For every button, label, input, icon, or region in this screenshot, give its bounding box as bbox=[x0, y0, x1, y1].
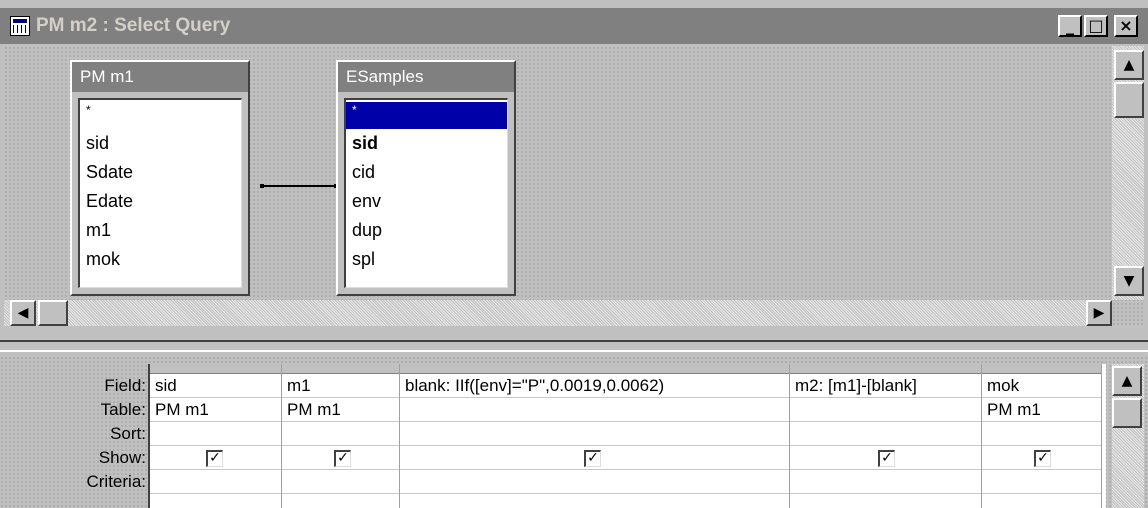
row-label-field: Field: bbox=[104, 376, 146, 395]
query-window: PM m2 : Select Query _ □ × PM m1 * sid S… bbox=[0, 0, 1148, 508]
title-bar[interactable]: PM m2 : Select Query _ □ × bbox=[0, 8, 1148, 44]
design-horizontal-scrollbar[interactable] bbox=[4, 300, 1112, 326]
table-title[interactable]: ESamples bbox=[338, 62, 514, 92]
window-title: PM m2 : Select Query bbox=[36, 15, 231, 36]
query-icon[interactable] bbox=[10, 16, 30, 36]
field-item-edate[interactable]: Edate bbox=[80, 187, 241, 216]
column-selector[interactable] bbox=[982, 364, 1101, 374]
sort-cell[interactable] bbox=[400, 422, 789, 446]
column-selector[interactable] bbox=[150, 364, 281, 374]
grid-scroll-thumb[interactable] bbox=[1112, 398, 1142, 428]
field-list[interactable]: * sid Sdate Edate m1 mok bbox=[78, 98, 242, 288]
field-cell[interactable]: mok bbox=[982, 374, 1101, 398]
table-cell[interactable]: PM m1 bbox=[282, 398, 399, 422]
grid-columns: sid PM m1 ✓ m1 PM m1 ✓ blank: IIf([env]=… bbox=[148, 364, 1106, 508]
table-cell[interactable]: PM m1 bbox=[150, 398, 281, 422]
grid-column[interactable]: m1 PM m1 ✓ bbox=[282, 364, 400, 508]
show-checkbox[interactable]: ✓ bbox=[878, 450, 895, 467]
close-button[interactable]: × bbox=[1114, 15, 1138, 37]
field-item-star[interactable]: * bbox=[80, 102, 241, 129]
criteria-cell[interactable] bbox=[400, 470, 789, 494]
row-label-sort: Sort: bbox=[110, 424, 146, 443]
show-cell: ✓ bbox=[982, 446, 1101, 470]
show-checkbox[interactable]: ✓ bbox=[1034, 450, 1051, 467]
field-item-cid[interactable]: cid bbox=[346, 158, 507, 187]
table-esamples[interactable]: ESamples * sid cid env dup spl bbox=[336, 60, 516, 296]
sort-cell[interactable] bbox=[982, 422, 1101, 446]
criteria-cell[interactable] bbox=[150, 470, 281, 494]
table-cell[interactable]: PM m1 bbox=[982, 398, 1101, 422]
scroll-left-button[interactable]: ◀ bbox=[10, 300, 36, 326]
sort-cell[interactable] bbox=[790, 422, 981, 446]
show-cell: ✓ bbox=[282, 446, 399, 470]
table-cell[interactable] bbox=[400, 398, 789, 422]
join-end-left bbox=[260, 184, 264, 188]
sort-cell[interactable] bbox=[282, 422, 399, 446]
field-item-sdate[interactable]: Sdate bbox=[80, 158, 241, 187]
field-item-dup[interactable]: dup bbox=[346, 216, 507, 245]
scroll-up-button[interactable]: ▲ bbox=[1114, 50, 1144, 80]
show-checkbox[interactable]: ✓ bbox=[334, 450, 351, 467]
field-list[interactable]: * sid cid env dup spl bbox=[344, 98, 508, 288]
join-line[interactable] bbox=[262, 185, 338, 187]
show-checkbox[interactable]: ✓ bbox=[584, 450, 601, 467]
show-cell: ✓ bbox=[400, 446, 789, 470]
table-title[interactable]: PM m1 bbox=[72, 62, 248, 92]
field-cell[interactable]: m1 bbox=[282, 374, 399, 398]
table-pm-m1[interactable]: PM m1 * sid Sdate Edate m1 mok bbox=[70, 60, 250, 296]
field-item-sid[interactable]: sid bbox=[80, 129, 241, 158]
field-cell[interactable]: blank: IIf([env]="P",0.0019,0.0062) bbox=[400, 374, 789, 398]
criteria-cell[interactable] bbox=[790, 470, 981, 494]
row-labels: Field: Table: Sort: Show: Criteria: bbox=[0, 374, 150, 494]
column-selector[interactable] bbox=[282, 364, 399, 374]
show-cell: ✓ bbox=[790, 446, 981, 470]
scroll-down-button[interactable]: ▼ bbox=[1114, 266, 1144, 296]
minimize-button[interactable]: _ bbox=[1058, 15, 1082, 37]
show-cell: ✓ bbox=[150, 446, 281, 470]
field-item-star[interactable]: * bbox=[346, 102, 507, 129]
field-cell[interactable]: sid bbox=[150, 374, 281, 398]
field-item-spl[interactable]: spl bbox=[346, 245, 507, 274]
scroll-thumb[interactable] bbox=[1114, 82, 1144, 118]
row-label-show: Show: bbox=[98, 448, 146, 467]
row-label-criteria: Criteria: bbox=[86, 472, 146, 491]
field-item-mok[interactable]: mok bbox=[80, 245, 241, 274]
grid-column[interactable]: sid PM m1 ✓ bbox=[150, 364, 282, 508]
maximize-button[interactable]: □ bbox=[1084, 15, 1108, 37]
field-item-env[interactable]: env bbox=[346, 187, 507, 216]
criteria-cell[interactable] bbox=[982, 470, 1101, 494]
field-item-sid[interactable]: sid bbox=[346, 129, 507, 158]
show-checkbox[interactable]: ✓ bbox=[206, 450, 223, 467]
pane-splitter[interactable] bbox=[0, 340, 1148, 352]
row-label-table: Table: bbox=[100, 400, 146, 419]
field-cell[interactable]: m2: [m1]-[blank] bbox=[790, 374, 981, 398]
table-design-area[interactable]: PM m1 * sid Sdate Edate m1 mok ESamples … bbox=[4, 46, 1144, 326]
grid-column[interactable]: m2: [m1]-[blank] ✓ bbox=[790, 364, 982, 508]
scroll-right-button[interactable]: ▶ bbox=[1086, 300, 1112, 326]
hscroll-thumb[interactable] bbox=[38, 300, 68, 326]
grid-column[interactable]: mok PM m1 ✓ bbox=[982, 364, 1102, 508]
grid-column[interactable]: blank: IIf([env]="P",0.0019,0.0062) ✓ bbox=[400, 364, 790, 508]
sort-cell[interactable] bbox=[150, 422, 281, 446]
column-selector[interactable] bbox=[790, 364, 981, 374]
table-cell[interactable] bbox=[790, 398, 981, 422]
column-selector[interactable] bbox=[400, 364, 789, 374]
query-design-grid: Field: Table: Sort: Show: Criteria: sid … bbox=[0, 356, 1148, 508]
criteria-cell[interactable] bbox=[282, 470, 399, 494]
grid-scroll-up-button[interactable]: ▲ bbox=[1112, 366, 1142, 396]
field-item-m1[interactable]: m1 bbox=[80, 216, 241, 245]
